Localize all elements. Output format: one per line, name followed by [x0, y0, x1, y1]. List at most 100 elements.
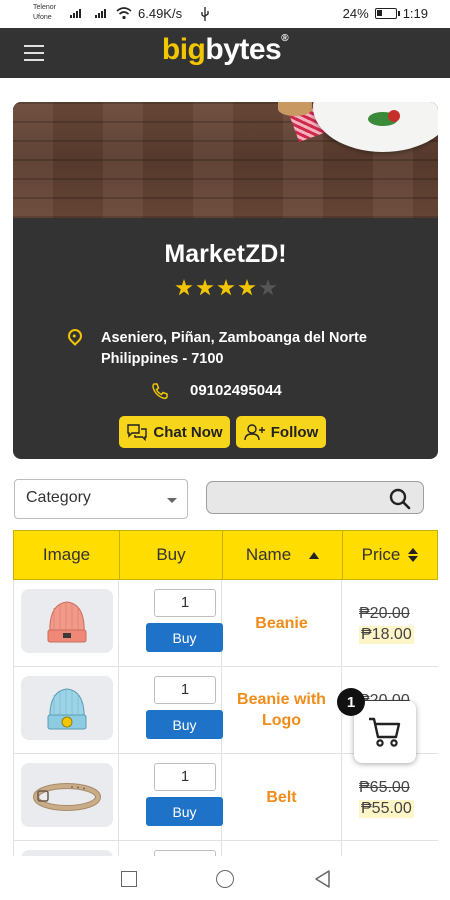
buy-cell: 1 Buy: [119, 754, 223, 840]
add-user-icon: [244, 424, 265, 441]
chat-now-button[interactable]: Chat Now: [119, 416, 230, 448]
brand-part-1: big: [161, 33, 206, 66]
price-cell: ₱20.00 ₱18.00: [342, 580, 438, 666]
store-banner-image: [13, 102, 438, 218]
image-cell: [13, 667, 119, 753]
original-price: ₱20.00: [359, 605, 410, 622]
buy-button[interactable]: Buy: [146, 710, 223, 739]
signal-icon-2: [95, 8, 106, 18]
cart-count-badge: 1: [337, 688, 365, 716]
star-icon-filled: [238, 279, 256, 296]
back-icon[interactable]: [313, 869, 331, 889]
address-line-1: Aseniero, Piñan, Zamboanga del Norte: [101, 330, 367, 346]
chat-icon: [127, 424, 148, 441]
table-row: 1 Buy Belt ₱65.00 ₱55.00: [13, 754, 438, 841]
product-name-link[interactable]: Belt: [222, 754, 341, 840]
carrier-1: Telenor: [33, 4, 56, 11]
shopping-cart-icon: [369, 717, 401, 747]
plate-decoration: [313, 102, 438, 152]
buy-cell: [119, 841, 222, 856]
price-cell: [342, 841, 438, 856]
products-table: Image Buy Name Price 1 Buy Beanie ₱20.00…: [13, 530, 438, 856]
wifi-icon: [116, 7, 132, 20]
header-image-label: Image: [42, 545, 91, 564]
network-speed: 6.49K/s: [138, 6, 183, 21]
follow-label: Follow: [270, 423, 319, 441]
star-icon-empty: [259, 279, 277, 296]
registered-mark: ®: [281, 33, 289, 44]
header-name-label: Name: [245, 545, 292, 564]
carrier-2: Ufone: [33, 14, 52, 21]
sale-price: ₱55.00: [359, 800, 414, 818]
header-buy-label: Buy: [156, 545, 186, 564]
spoon-decoration: [278, 102, 312, 116]
system-nav-bar: [0, 856, 450, 900]
location-pin-icon: [65, 326, 85, 346]
brand-part-2: bytes: [205, 33, 282, 66]
quantity-input[interactable]: 1: [154, 676, 216, 704]
table-row: [13, 841, 438, 856]
store-name: MarketZD!: [164, 240, 287, 268]
store-phone[interactable]: 09102495044: [190, 382, 282, 399]
brand-logo[interactable]: bigbytes®: [0, 33, 450, 67]
beanie-blue-logo-icon[interactable]: [21, 676, 113, 740]
price-cell: ₱65.00 ₱55.00: [342, 754, 438, 840]
usb-icon: [201, 7, 209, 21]
battery-icon: [374, 8, 400, 19]
beanie-pink-icon[interactable]: [21, 589, 113, 653]
name-cell: Beanie with Logo: [222, 667, 342, 753]
clock: 1:19: [402, 6, 428, 21]
follow-button[interactable]: Follow: [236, 416, 326, 448]
app-header: bigbytes®: [0, 28, 450, 78]
table-row: 1 Buy Beanie ₱20.00 ₱18.00: [13, 580, 438, 667]
floating-cart-button[interactable]: [354, 701, 416, 763]
table-header: Image Buy Name Price: [13, 530, 438, 580]
belt-icon[interactable]: [21, 763, 113, 827]
chat-now-label: Chat Now: [153, 423, 223, 441]
quantity-input[interactable]: 1: [154, 589, 216, 617]
image-cell: [13, 841, 119, 856]
search-icon[interactable]: [388, 487, 412, 511]
header-price[interactable]: Price: [343, 531, 437, 579]
battery-percent: 24%: [342, 6, 369, 21]
phone-icon: [152, 383, 168, 400]
header-image: Image: [14, 531, 120, 579]
buy-cell: 1 Buy: [119, 580, 223, 666]
sort-ascending-icon: [309, 551, 320, 559]
buy-button[interactable]: Buy: [146, 623, 223, 652]
category-selected-value: Category: [26, 489, 91, 506]
dropdown-caret-icon: [167, 498, 177, 503]
carrier-names: Telenor Ufone: [33, 3, 56, 23]
category-select[interactable]: Category: [14, 479, 188, 519]
home-icon[interactable]: [216, 870, 234, 888]
image-cell: [13, 754, 119, 840]
search-box[interactable]: [206, 481, 424, 514]
product-name-link[interactable]: Beanie: [222, 580, 341, 666]
sort-icon: [408, 548, 419, 562]
star-icon-filled: [175, 279, 193, 296]
header-buy: Buy: [120, 531, 223, 579]
header-name[interactable]: Name: [223, 531, 343, 579]
name-cell: [222, 841, 342, 856]
status-right: 24% 1:19: [343, 6, 428, 21]
buy-cell: 1 Buy: [119, 667, 223, 753]
search-input[interactable]: [215, 486, 385, 510]
name-cell: Beanie: [222, 580, 342, 666]
original-price: ₱65.00: [359, 779, 410, 796]
store-card: MarketZD! Aseniero, Piñan, Zamboanga del…: [13, 102, 438, 459]
signal-icon: [70, 8, 81, 18]
status-bar: Telenor Ufone 6.49K/s 24% 1:19: [0, 0, 450, 28]
header-price-label: Price: [361, 545, 401, 564]
name-cell: Belt: [222, 754, 342, 840]
recent-apps-icon[interactable]: [121, 871, 137, 887]
store-address: Aseniero, Piñan, Zamboanga del Norte Phi…: [101, 328, 401, 370]
star-icon-filled: [217, 279, 235, 296]
buy-button[interactable]: Buy: [146, 797, 223, 826]
sale-price: ₱18.00: [359, 626, 414, 644]
product-name-link[interactable]: Beanie with Logo: [222, 667, 341, 753]
address-line-2: Philippines - 7100: [101, 351, 224, 367]
image-cell: [13, 580, 119, 666]
store-rating: [175, 279, 277, 297]
star-icon-filled: [196, 279, 214, 296]
quantity-input[interactable]: 1: [154, 763, 216, 791]
